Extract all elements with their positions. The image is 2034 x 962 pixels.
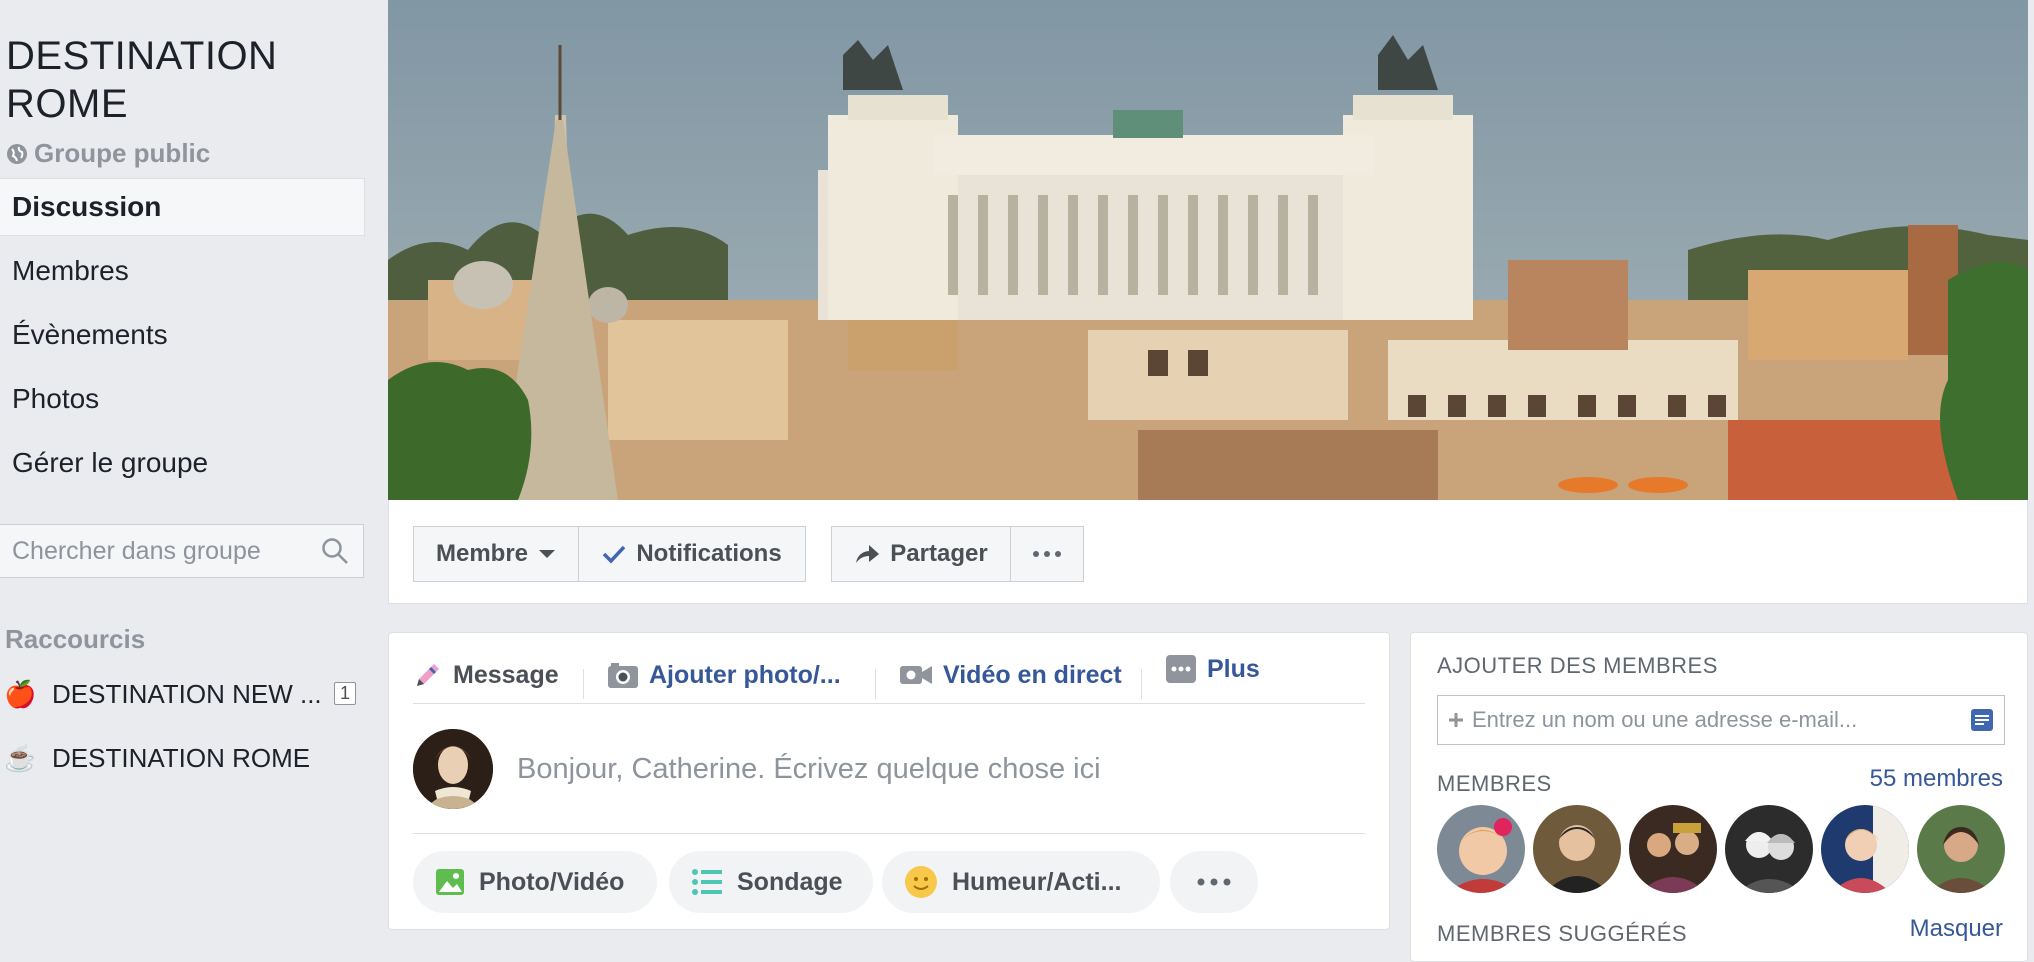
nav-item-photos[interactable]: Photos bbox=[0, 370, 365, 428]
share-button[interactable]: Partager bbox=[831, 526, 1011, 582]
smiley-icon bbox=[905, 866, 937, 898]
group-title-line2: ROME bbox=[6, 82, 128, 126]
notifications-button[interactable]: Notifications bbox=[578, 526, 806, 582]
add-member-input[interactable]: Entrez un nom ou une adresse e-mail... bbox=[1437, 695, 2005, 745]
camera-icon bbox=[608, 663, 638, 688]
nav-item-discussion[interactable]: Discussion bbox=[0, 178, 365, 236]
video-camera-icon bbox=[900, 666, 932, 684]
suggested-members-title: MEMBRES SUGGÉRÉS bbox=[1437, 921, 1688, 946]
user-avatar-image bbox=[413, 729, 493, 809]
member-avatar[interactable] bbox=[1821, 805, 1909, 893]
ellipsis-icon bbox=[1197, 878, 1231, 886]
search-icon[interactable] bbox=[321, 537, 349, 565]
group-privacy-label: Groupe public bbox=[34, 138, 211, 168]
tab-add-photo[interactable]: Ajouter photo/... bbox=[607, 645, 841, 705]
group-action-bar: Membre Notifications Partager bbox=[388, 500, 2028, 604]
coffee-icon: ☕ bbox=[4, 742, 37, 773]
post-composer: Message Ajouter photo/... Vidéo en direc… bbox=[388, 632, 1390, 930]
composer-input[interactable]: Bonjour, Catherine. Écrivez quelque chos… bbox=[517, 753, 1101, 786]
shortcut-label: DESTINATION NEW ... bbox=[52, 678, 322, 709]
member-photo bbox=[1821, 805, 1909, 893]
share-button-label: Partager bbox=[890, 540, 988, 567]
group-search-input[interactable]: Chercher dans groupe bbox=[0, 524, 364, 578]
shortcut-item[interactable]: 🍎 DESTINATION NEW ... 1 bbox=[4, 674, 364, 714]
left-sidebar: DESTINATION ROME Groupe public Discussio… bbox=[0, 0, 370, 956]
tab-more[interactable]: Plus bbox=[1165, 639, 1260, 699]
user-avatar[interactable] bbox=[413, 729, 493, 809]
nav-item-gerer[interactable]: Gérer le groupe bbox=[0, 434, 365, 492]
apple-icon: 🍎 bbox=[4, 678, 37, 709]
shortcut-item[interactable]: ☕ DESTINATION ROME bbox=[4, 738, 364, 778]
hide-suggestions-link[interactable]: Masquer bbox=[1910, 915, 2003, 943]
feeling-activity-button[interactable]: Humeur/Acti... bbox=[882, 851, 1160, 913]
nav-item-membres[interactable]: Membres bbox=[0, 242, 365, 300]
share-arrow-icon bbox=[856, 545, 880, 563]
caret-down-icon bbox=[539, 550, 556, 558]
tab-divider bbox=[875, 669, 876, 699]
member-avatar[interactable] bbox=[1725, 805, 1813, 893]
members-title: MEMBRES bbox=[1437, 771, 1552, 796]
ellipsis-icon bbox=[1033, 551, 1061, 557]
group-nav: Discussion Membres Évènements Photos Gér… bbox=[0, 178, 365, 498]
members-count-link[interactable]: 55 membres bbox=[1870, 765, 2003, 793]
member-avatar[interactable] bbox=[1437, 805, 1525, 893]
notifications-button-label: Notifications bbox=[636, 540, 782, 567]
divider bbox=[413, 703, 1365, 704]
poll-icon bbox=[692, 869, 722, 895]
tab-live-video-label: Vidéo en direct bbox=[943, 660, 1122, 689]
member-avatar[interactable] bbox=[1533, 805, 1621, 893]
globe-icon bbox=[7, 143, 27, 164]
member-avatar[interactable] bbox=[1917, 805, 2005, 893]
tab-message[interactable]: Message bbox=[413, 645, 559, 705]
nav-item-evenements[interactable]: Évènements bbox=[0, 306, 365, 364]
group-title[interactable]: DESTINATION ROME bbox=[6, 32, 336, 128]
divider bbox=[413, 833, 1365, 834]
tab-add-photo-label: Ajouter photo/... bbox=[649, 660, 841, 689]
tab-divider bbox=[583, 669, 584, 699]
tab-message-label: Message bbox=[453, 660, 559, 689]
add-members-card: AJOUTER DES MEMBRES Entrez un nom ou une… bbox=[1410, 632, 2028, 962]
tab-live-video[interactable]: Vidéo en direct bbox=[899, 645, 1122, 705]
checkmark-icon bbox=[603, 545, 626, 564]
photo-icon bbox=[436, 869, 464, 895]
group-search-placeholder: Chercher dans groupe bbox=[12, 536, 261, 565]
photo-video-label: Photo/Vidéo bbox=[479, 867, 625, 896]
more-options-button[interactable] bbox=[1010, 526, 1084, 582]
shortcut-label: DESTINATION ROME bbox=[52, 742, 311, 773]
more-composer-options-button[interactable] bbox=[1170, 851, 1258, 913]
member-photo bbox=[1437, 805, 1525, 893]
notification-badge: 1 bbox=[333, 682, 356, 705]
add-members-title: AJOUTER DES MEMBRES bbox=[1437, 653, 1718, 678]
cover-image bbox=[388, 0, 2028, 500]
cover-photo[interactable] bbox=[388, 0, 2028, 500]
poll-label: Sondage bbox=[737, 867, 843, 896]
pencil-icon bbox=[417, 664, 439, 686]
member-dropdown-button[interactable]: Membre bbox=[413, 526, 579, 582]
plus-icon bbox=[1449, 713, 1463, 727]
photo-video-button[interactable]: Photo/Vidéo bbox=[413, 851, 657, 913]
add-member-placeholder: Entrez un nom ou une adresse e-mail... bbox=[1472, 707, 1858, 732]
member-photo bbox=[1725, 805, 1813, 893]
member-button-label: Membre bbox=[435, 540, 529, 567]
more-icon bbox=[1166, 655, 1196, 683]
contacts-list-icon[interactable] bbox=[1970, 708, 1994, 732]
member-photo bbox=[1629, 805, 1717, 893]
group-privacy: Groupe public bbox=[6, 138, 210, 169]
member-photo bbox=[1917, 805, 2005, 893]
shortcuts-title: Raccourcis bbox=[5, 624, 146, 654]
member-avatar[interactable] bbox=[1629, 805, 1717, 893]
tab-divider bbox=[1141, 669, 1142, 699]
feeling-activity-label: Humeur/Acti... bbox=[952, 867, 1122, 896]
tab-more-label: Plus bbox=[1207, 654, 1260, 683]
poll-button[interactable]: Sondage bbox=[669, 851, 873, 913]
group-title-line1: DESTINATION bbox=[6, 34, 278, 78]
member-photo bbox=[1533, 805, 1621, 893]
